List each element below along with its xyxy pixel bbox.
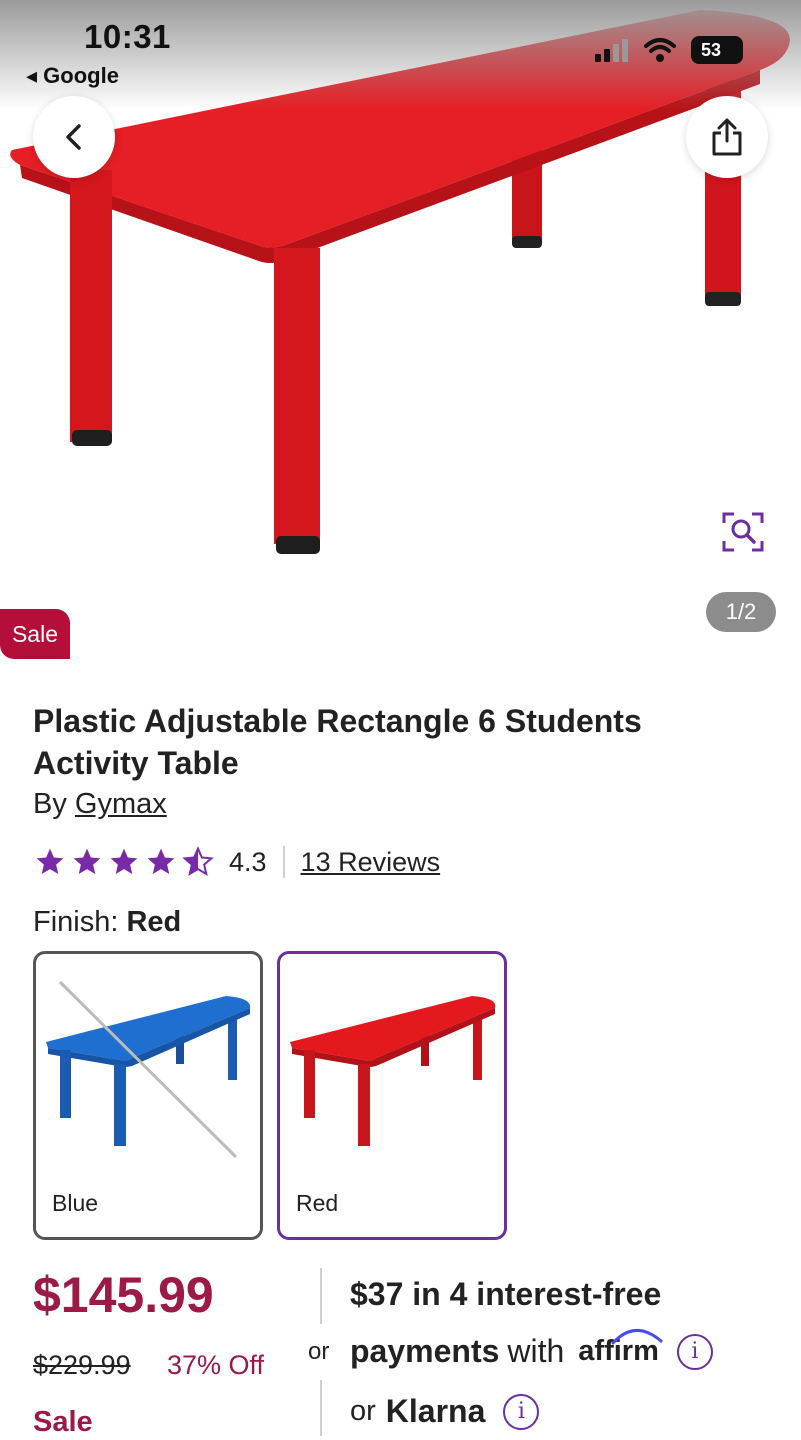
installment-amount: $37 xyxy=(350,1276,404,1312)
battery-icon: 53 xyxy=(691,36,743,64)
sale-label: Sale xyxy=(33,1406,93,1438)
product-image-gallery[interactable] xyxy=(0,0,801,665)
brand-line: By Gymax xyxy=(33,788,167,821)
star-half-icon xyxy=(182,846,214,877)
rating-value: 4.3 xyxy=(229,846,267,877)
swatch-blue[interactable]: Blue xyxy=(33,951,263,1240)
brand-prefix: By xyxy=(33,788,67,820)
chevron-left-icon xyxy=(66,124,81,150)
with-text: with xyxy=(507,1333,565,1369)
signal-icon xyxy=(595,39,628,62)
divider xyxy=(282,846,285,878)
or-separator: or xyxy=(308,1338,330,1365)
sale-badge: Sale xyxy=(0,609,70,659)
klarna-line: or Klarna i xyxy=(350,1393,540,1430)
affirm-info-icon[interactable]: i xyxy=(676,1333,713,1370)
affirm-line: payments with affirm i xyxy=(350,1329,713,1370)
star-full-icon xyxy=(147,848,175,874)
brand-link[interactable]: Gymax xyxy=(75,788,167,820)
rating-stars xyxy=(33,846,215,878)
klarna-logo: Klarna xyxy=(385,1393,486,1429)
product-title: Plastic Adjustable Rectangle 6 Students … xyxy=(33,703,642,781)
affirm-arc-icon xyxy=(611,1329,663,1345)
image-counter: 1/2 xyxy=(706,592,776,632)
divider xyxy=(320,1268,322,1324)
finish-selected: Red xyxy=(126,906,182,938)
finish-label: Finish: Red xyxy=(33,906,181,939)
original-price: $229.99 xyxy=(33,1350,131,1380)
swatch-red-label: Red xyxy=(296,1190,339,1216)
swatch-red[interactable]: Red xyxy=(277,951,507,1240)
rating-row: 4.3 13 Reviews xyxy=(33,842,440,882)
share-button[interactable] xyxy=(686,96,768,178)
divider xyxy=(320,1380,322,1436)
swatch-blue-label: Blue xyxy=(52,1190,99,1216)
discount-text: 37% Off xyxy=(167,1350,265,1380)
finish-prefix: Finish: xyxy=(33,906,119,938)
affirm-logo: affirm xyxy=(578,1329,663,1368)
klarna-info-icon[interactable]: i xyxy=(503,1393,540,1430)
star-full-icon xyxy=(110,848,138,874)
reviews-link[interactable]: 13 Reviews xyxy=(301,847,441,878)
share-icon xyxy=(712,118,742,156)
back-app-label: Google xyxy=(43,63,119,88)
back-to-app-link[interactable]: ◂ Google xyxy=(26,63,119,89)
installment-text: in 4 interest-free xyxy=(412,1276,662,1312)
current-price: $145.99 xyxy=(33,1267,214,1323)
status-time: 10:31 xyxy=(84,18,171,55)
payments-text: payments xyxy=(350,1333,500,1369)
installment-line: $37 in 4 interest-free xyxy=(350,1276,661,1313)
star-full-icon xyxy=(36,848,64,874)
status-indicators: 53 xyxy=(595,36,743,64)
zoom-icon[interactable] xyxy=(722,512,764,552)
wifi-icon xyxy=(644,38,676,62)
back-button[interactable] xyxy=(33,96,115,178)
star-full-icon xyxy=(73,848,101,874)
or-klarna-prefix: or xyxy=(350,1395,376,1427)
